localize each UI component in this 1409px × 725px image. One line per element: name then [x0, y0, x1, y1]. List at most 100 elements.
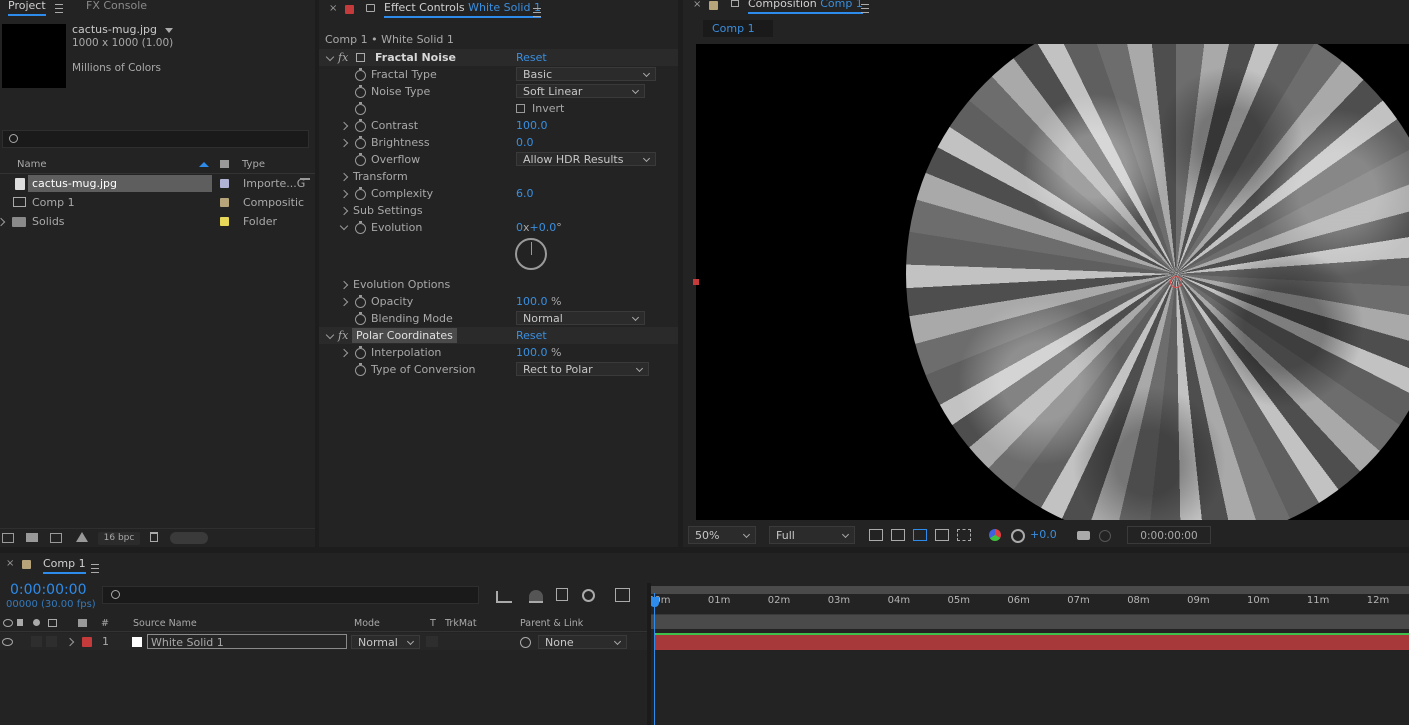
overflow-dropdown[interactable]: Allow HDR Results: [516, 152, 656, 166]
layer-duration-bar[interactable]: [655, 633, 1409, 650]
layer-handle[interactable]: [693, 279, 699, 285]
expand-arrow-icon[interactable]: [339, 206, 349, 216]
tab-effect-controls[interactable]: Effect Controls White Solid 1: [384, 2, 541, 18]
stopwatch-icon[interactable]: [355, 119, 366, 132]
conversion-dropdown[interactable]: Rect to Polar: [516, 362, 649, 376]
panel-menu-icon[interactable]: [861, 1, 869, 14]
show-snapshot-icon[interactable]: [1099, 530, 1111, 542]
layer-row[interactable]: 1 White Solid 1 Normal None: [0, 633, 648, 650]
panel-menu-icon[interactable]: [533, 5, 541, 18]
tab-timeline-comp[interactable]: Comp 1: [43, 558, 86, 574]
expand-arrow-icon[interactable]: [0, 217, 6, 227]
bpc-button[interactable]: 16 bpc: [98, 532, 140, 545]
tab-fx-console[interactable]: FX Console: [86, 0, 147, 14]
fx-icon[interactable]: fx: [338, 327, 348, 344]
new-folder-icon[interactable]: [26, 533, 38, 542]
eye-icon[interactable]: [2, 638, 13, 646]
region-of-interest-icon[interactable]: [935, 529, 949, 541]
thumbnail-size-slider[interactable]: [170, 532, 208, 544]
stopwatch-icon[interactable]: [355, 187, 366, 200]
layer-mode-dropdown[interactable]: Normal: [351, 635, 420, 649]
property-group-transform[interactable]: Transform: [319, 168, 678, 185]
expand-arrow-icon[interactable]: [339, 297, 349, 307]
opacity-value[interactable]: 100.0 %: [516, 293, 561, 310]
render-queue-icon[interactable]: [76, 532, 88, 542]
evolution-dial[interactable]: [515, 238, 547, 270]
lock-icon[interactable]: [731, 0, 739, 7]
property-group-sub-settings[interactable]: Sub Settings: [319, 202, 678, 219]
draft-3d-icon[interactable]: [529, 590, 543, 603]
stopwatch-icon[interactable]: [355, 295, 366, 308]
stopwatch-icon[interactable]: [355, 221, 366, 234]
expand-arrow-icon[interactable]: [339, 121, 349, 131]
brightness-value[interactable]: 0.0: [516, 134, 534, 151]
trkmat-field[interactable]: [426, 636, 438, 647]
anchor-point-icon[interactable]: [1170, 276, 1182, 288]
fractal-type-dropdown[interactable]: Basic: [516, 67, 656, 81]
timeline-search-input[interactable]: [102, 586, 479, 604]
noise-type-dropdown[interactable]: Soft Linear: [516, 84, 645, 98]
fx-icon[interactable]: fx: [338, 49, 348, 66]
transparency-grid-icon[interactable]: [891, 529, 905, 541]
project-item[interactable]: cactus-mug.jpg Importe...G: [0, 175, 315, 192]
column-name[interactable]: Name: [17, 159, 47, 170]
fast-preview-icon[interactable]: [869, 529, 883, 541]
label-color-swatch[interactable]: [220, 198, 229, 207]
motion-blur-icon[interactable]: [582, 589, 595, 602]
interpret-footage-icon[interactable]: [2, 533, 14, 543]
parent-dropdown[interactable]: None: [538, 635, 627, 649]
trash-icon[interactable]: [150, 532, 158, 542]
column-type[interactable]: Type: [242, 159, 265, 170]
collapse-arrow-icon[interactable]: [325, 52, 335, 62]
snapshot-icon[interactable]: [1077, 531, 1090, 540]
expand-arrow-icon[interactable]: [339, 189, 349, 199]
expand-arrow-icon[interactable]: [65, 637, 75, 647]
stopwatch-icon[interactable]: [355, 136, 366, 149]
label-color-swatch[interactable]: [220, 217, 229, 226]
timeline-divider[interactable]: [647, 583, 651, 725]
contrast-value[interactable]: 100.0: [516, 117, 548, 134]
column-source-name[interactable]: Source Name: [133, 618, 197, 629]
mask-path-icon[interactable]: [913, 529, 927, 541]
color-channels-icon[interactable]: [989, 529, 1001, 541]
stopwatch-icon[interactable]: [355, 102, 366, 115]
interpolation-value[interactable]: 100.0 %: [516, 344, 561, 361]
close-icon[interactable]: ×: [329, 3, 337, 14]
exposure-value[interactable]: +0.0: [1030, 528, 1057, 541]
stopwatch-icon[interactable]: [355, 363, 366, 376]
stopwatch-icon[interactable]: [355, 85, 366, 98]
collapse-arrow-icon[interactable]: [325, 330, 335, 340]
close-icon[interactable]: ×: [693, 0, 701, 10]
effect-header-polar-coordinates[interactable]: fx Polar Coordinates Reset: [319, 327, 678, 344]
zoom-dropdown[interactable]: 50%: [688, 526, 756, 544]
collapse-arrow-icon[interactable]: [339, 221, 349, 231]
pickwhip-icon[interactable]: [520, 637, 531, 648]
project-item[interactable]: Solids Folder: [0, 213, 315, 230]
label-tag-icon[interactable]: [220, 160, 229, 168]
solo-switch[interactable]: [31, 636, 42, 647]
grid-guides-icon[interactable]: [957, 529, 971, 541]
complexity-value[interactable]: 6.0: [516, 185, 534, 202]
lock-switch[interactable]: [46, 636, 57, 647]
label-color-swatch[interactable]: [220, 179, 229, 188]
blending-mode-dropdown[interactable]: Normal: [516, 311, 645, 325]
stopwatch-icon[interactable]: [355, 68, 366, 81]
close-icon[interactable]: ×: [6, 558, 14, 569]
lock-icon[interactable]: [366, 4, 375, 12]
invert-checkbox[interactable]: [516, 104, 525, 113]
tab-project[interactable]: Project: [8, 0, 46, 16]
time-navigator[interactable]: [651, 586, 1409, 594]
comp-subtab[interactable]: Comp 1: [703, 20, 773, 37]
reset-exposure-icon[interactable]: [1011, 529, 1025, 543]
chevron-down-icon[interactable]: [164, 27, 173, 33]
layer-name[interactable]: White Solid 1: [147, 634, 347, 649]
reset-link[interactable]: Reset: [516, 327, 547, 344]
reset-link[interactable]: Reset: [516, 49, 547, 66]
time-ruler[interactable]: [651, 596, 1409, 615]
project-item[interactable]: Comp 1 Compositic: [0, 194, 315, 211]
resolution-dropdown[interactable]: Full: [769, 526, 855, 544]
panel-menu-icon[interactable]: [91, 561, 99, 574]
playhead-handle[interactable]: [650, 597, 659, 607]
expand-arrow-icon[interactable]: [339, 138, 349, 148]
playhead[interactable]: [654, 593, 655, 725]
